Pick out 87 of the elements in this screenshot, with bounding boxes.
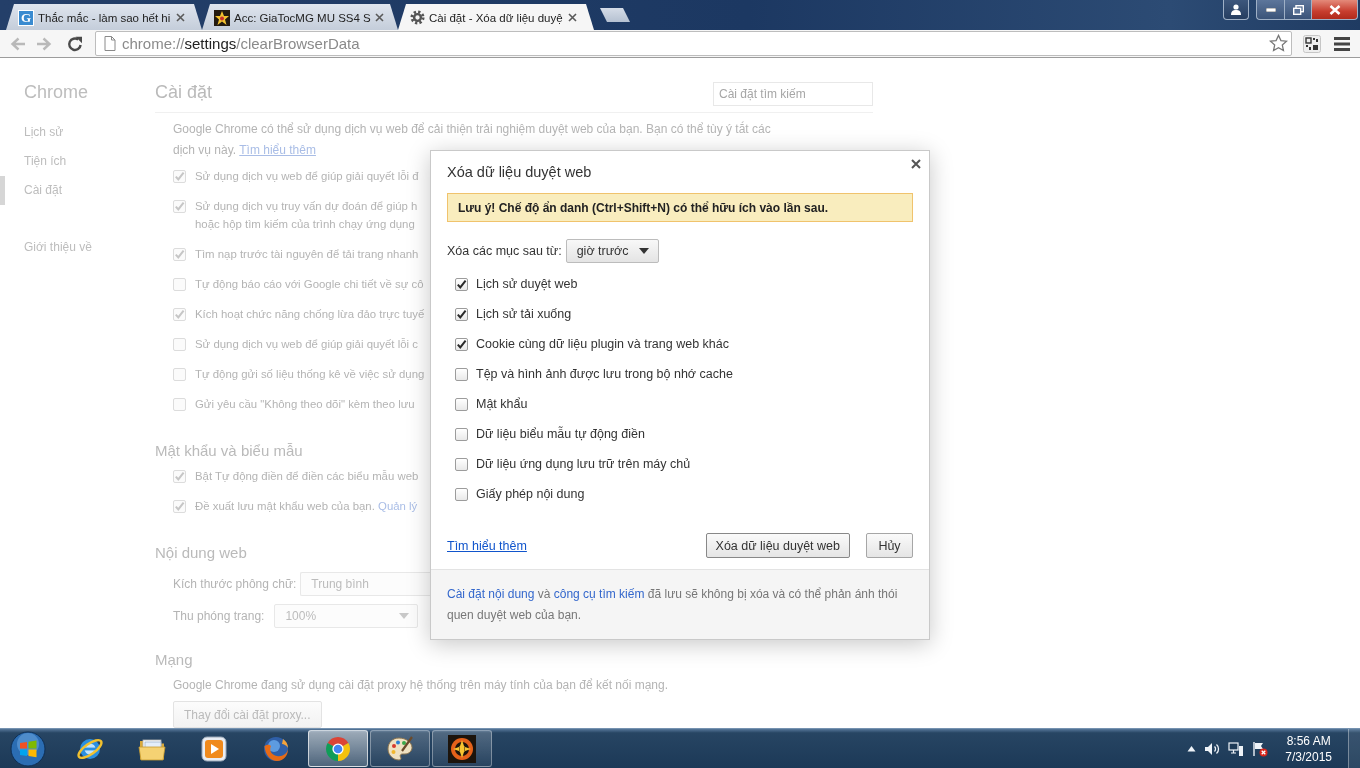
checkbox[interactable] bbox=[455, 307, 468, 321]
caret-icon bbox=[638, 248, 649, 254]
option-label: Sử dụng dịch vụ web để giúp giải quyết lỗi đ bbox=[195, 169, 419, 184]
new-tab-button[interactable] bbox=[600, 8, 630, 22]
emblem-icon bbox=[214, 9, 230, 26]
minimize-button[interactable] bbox=[1256, 0, 1284, 20]
option-label: Tệp và hình ảnh được lưu trong bộ nhớ cache bbox=[476, 367, 733, 381]
close-button[interactable] bbox=[909, 157, 923, 171]
close-icon bbox=[1328, 4, 1341, 15]
option-label: Dữ liệu biểu mẫu tự động điền bbox=[476, 427, 645, 441]
reload-icon bbox=[67, 35, 83, 52]
search-field[interactable]: Cài đặt tìm kiếm bbox=[713, 82, 873, 106]
option-label: Giấy phép nội dung bbox=[476, 487, 585, 501]
person-icon bbox=[1230, 4, 1242, 15]
option-label: Kích hoạt chức năng chống lừa đảo trực tuyế bbox=[195, 307, 425, 322]
checkbox[interactable] bbox=[455, 277, 468, 291]
cancel-button[interactable]: Hủy bbox=[866, 533, 913, 558]
option-label: Cookie cùng dữ liệu plugin và trang web khác bbox=[476, 337, 729, 351]
tab[interactable]: G Thắc mắc - làm sao hết hi bbox=[6, 4, 202, 30]
option-label: Đề xuất lưu mật khẩu web của bạn. Quản lý bbox=[195, 499, 418, 514]
checkbox[interactable] bbox=[455, 487, 468, 501]
media-player-icon bbox=[199, 733, 229, 764]
start-orb-icon bbox=[10, 730, 46, 767]
taskbar-button[interactable] bbox=[370, 730, 430, 767]
emblem-icon bbox=[447, 733, 477, 764]
checkbox[interactable] bbox=[455, 457, 468, 471]
option-label: Tự động báo cáo với Google chi tiết về sự cô bbox=[195, 277, 424, 292]
star-icon[interactable] bbox=[1269, 34, 1288, 53]
caret-icon[interactable] bbox=[1187, 745, 1197, 752]
field-label: Thu phóng trang: bbox=[173, 609, 265, 623]
checkbox[interactable] bbox=[455, 397, 468, 411]
page-title: Cài đặt bbox=[155, 81, 213, 104]
section-heading: Mạng bbox=[155, 650, 193, 670]
option-label: Gửi yêu cầu "Không theo dõi" kèm theo lưu bbox=[195, 397, 415, 412]
flag-icon[interactable] bbox=[1252, 740, 1269, 757]
option-label: Bật Tự động điền để điền các biểu mẫu web bbox=[195, 469, 419, 484]
settings-link[interactable]: Cài đặt nội dung bbox=[447, 587, 535, 601]
close-icon[interactable] bbox=[176, 13, 185, 22]
clock[interactable]: 8:56 AM 7/3/2015 bbox=[1285, 732, 1332, 765]
range-label: Xóa các mục sau từ: bbox=[447, 244, 562, 258]
restore-icon bbox=[1292, 4, 1304, 15]
address-bar[interactable]: chrome://settings/clearBrowserData bbox=[95, 31, 1292, 56]
close-icon[interactable] bbox=[374, 13, 384, 22]
section-text: Google Chrome đang sử dụng cài đặt proxy hệ thống trên máy tính của bạn để kết nối mạng. bbox=[173, 677, 668, 694]
option-label: Lịch sử duyệt web bbox=[476, 277, 578, 291]
brand-title: Chrome bbox=[23, 81, 90, 104]
learn-more-link[interactable]: Tìm hiểu thêm bbox=[447, 538, 527, 553]
caret-icon bbox=[399, 613, 410, 619]
gear-icon bbox=[410, 10, 425, 25]
page-icon bbox=[104, 36, 116, 51]
minimize-icon bbox=[1265, 7, 1276, 12]
option-label: Lịch sử tải xuống bbox=[476, 307, 572, 321]
option-label: Tự động gửi số liệu thống kê về việc sử dụng bbox=[195, 367, 425, 382]
option-label: Sử dụng dịch vụ web để giúp giải quyết lỗi c bbox=[195, 337, 418, 352]
checkbox[interactable] bbox=[455, 337, 468, 351]
menu-icon bbox=[1334, 36, 1350, 51]
forward-icon bbox=[36, 36, 52, 51]
speaker-icon[interactable] bbox=[1204, 741, 1221, 756]
tab[interactable]: Cài đặt - Xóa dữ liệu duyệ bbox=[398, 4, 594, 30]
section-heading: Mật khẩu và biểu mẫu bbox=[155, 441, 303, 461]
settings-link[interactable]: công cụ tìm kiếm bbox=[553, 587, 645, 601]
show-desktop-button[interactable] bbox=[1348, 729, 1360, 768]
option-label: Dữ liệu ứng dụng lưu trữ trên máy chủ bbox=[476, 457, 691, 471]
time-range-dropdown[interactable]: giờ trước bbox=[565, 239, 659, 263]
option-label: Mật khẩu bbox=[476, 397, 528, 411]
field-label: Kích thước phông chữ: bbox=[173, 577, 297, 591]
taskbar-button[interactable] bbox=[432, 730, 492, 767]
url-text: chrome://settings/clearBrowserData bbox=[122, 35, 361, 52]
favicon-logo: G bbox=[18, 9, 34, 26]
notice-banner: Lưu ý! Chế độ ẩn danh (Ctrl+Shift+N) có thể hữu ích vào lần sau. bbox=[447, 193, 913, 222]
tab[interactable]: Acc: GiaTocMG MU SS4 S bbox=[202, 4, 398, 30]
clear-data-button[interactable]: Xóa dữ liệu duyệt web bbox=[705, 533, 850, 558]
checkbox[interactable] bbox=[455, 367, 468, 381]
option-label: Tìm nạp trước tài nguyên để tải trang nhanh bbox=[195, 247, 419, 262]
close-icon[interactable] bbox=[568, 13, 577, 22]
network-icon[interactable] bbox=[1228, 740, 1245, 757]
checkbox[interactable] bbox=[455, 427, 468, 441]
close-window-button[interactable] bbox=[1312, 0, 1358, 20]
dialog-title: Xóa dữ liệu duyệt web bbox=[447, 163, 592, 181]
back-icon bbox=[10, 36, 26, 51]
option-label: Sử dụng dịch vụ truy vấn dự đoán để giúp h hoặc hộp tìm kiếm của trình chạy ứng dụng bbox=[195, 199, 418, 232]
restore-button[interactable] bbox=[1284, 0, 1312, 20]
footer-note: Cài đặt nội dung và công cụ tìm kiếm đã lưu sẽ không bị xóa và có thể phản ánh thói quen duyệt web của bạn. bbox=[447, 586, 899, 624]
section-heading: Nội dung web bbox=[155, 543, 247, 563]
close-icon bbox=[911, 159, 921, 169]
qr-code-icon bbox=[1303, 34, 1321, 53]
profile-button[interactable] bbox=[1223, 0, 1249, 20]
